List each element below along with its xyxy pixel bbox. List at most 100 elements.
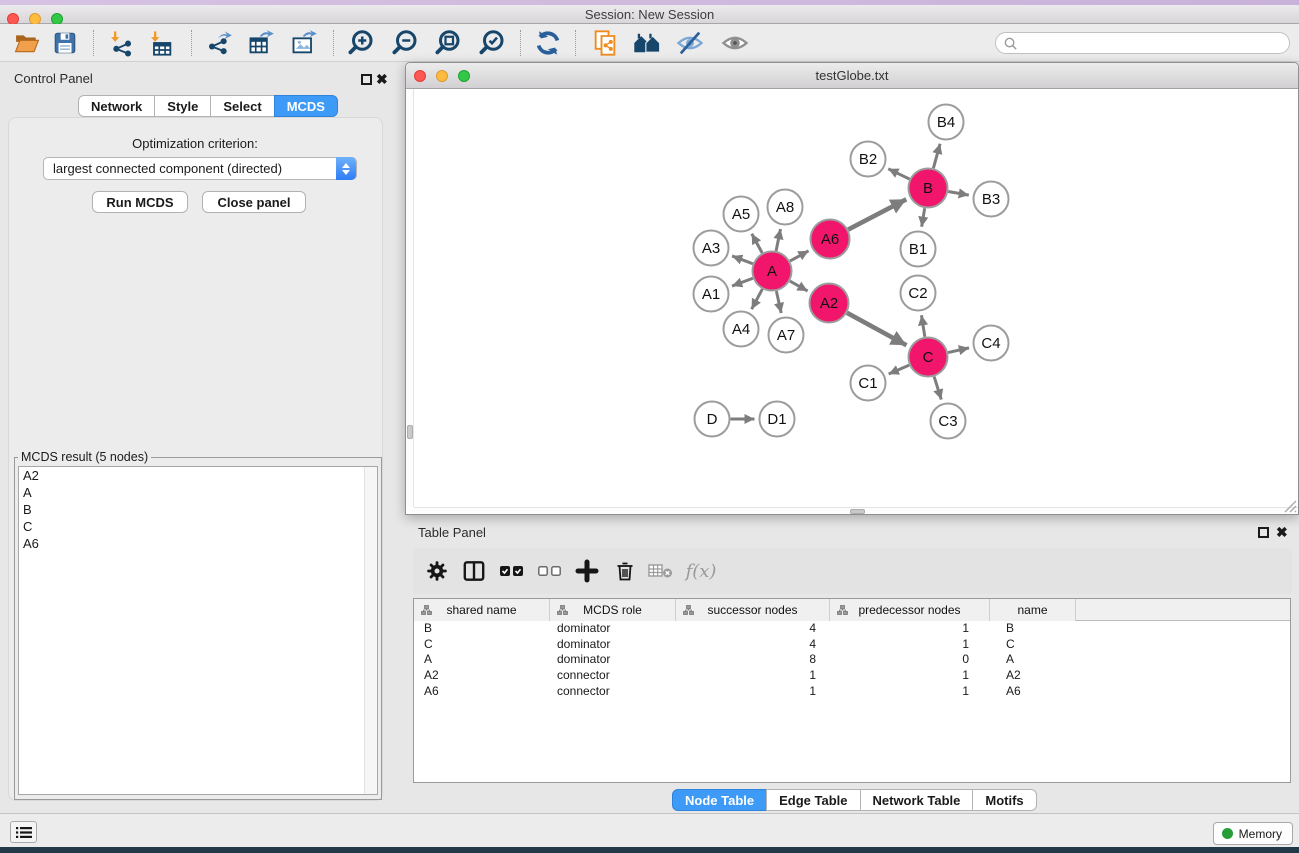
edge-A-A6[interactable] <box>790 251 809 261</box>
edge-A-A2[interactable] <box>790 281 808 291</box>
close-panel-button[interactable]: Close panel <box>202 191 306 213</box>
network-canvas[interactable]: B4B2BB3A5A8A6A3AB1A1C2A2A4A7CC4C1C3DD1 <box>406 89 1298 514</box>
cell-mcds_role[interactable]: dominator <box>550 652 676 668</box>
network-graph[interactable]: B4B2BB3A5A8A6A3AB1A1C2A2A4A7CC4C1C3DD1 <box>406 89 1298 514</box>
cell-name[interactable]: A <box>990 652 1076 668</box>
tab-mcds[interactable]: MCDS <box>274 95 338 117</box>
cell-mcds_role[interactable]: dominator <box>550 637 676 653</box>
show-details-icon[interactable] <box>719 27 751 59</box>
deselect-all-checks-icon[interactable] <box>534 555 566 587</box>
cell-name[interactable]: A6 <box>990 684 1076 700</box>
edge-A-A8[interactable] <box>776 229 780 251</box>
column-header-shared-name[interactable]: shared name <box>414 599 550 621</box>
edge-B-B4[interactable] <box>933 144 940 169</box>
memory-button[interactable]: Memory <box>1213 822 1293 845</box>
tab-motifs[interactable]: Motifs <box>972 789 1036 811</box>
edge-A6-B[interactable] <box>848 199 906 229</box>
apply-layout-icon[interactable] <box>532 27 564 59</box>
open-network-file-icon[interactable] <box>589 27 621 59</box>
search-field[interactable] <box>995 32 1290 54</box>
table-row[interactable]: A6connector11A6 <box>414 684 1290 700</box>
result-item[interactable]: A6 <box>19 535 377 552</box>
edge-A-A5[interactable] <box>752 234 762 253</box>
zoom-in-icon[interactable] <box>345 27 377 59</box>
column-header-MCDS-role[interactable]: MCDS role <box>550 599 676 621</box>
cell-name[interactable]: C <box>990 637 1076 653</box>
result-item[interactable]: A <box>19 484 377 501</box>
control-panel-close-button[interactable]: ✖ <box>376 73 388 85</box>
function-builder-icon[interactable]: f(x) <box>685 555 717 587</box>
table-panel-float-button[interactable] <box>1258 527 1269 538</box>
save-session-icon[interactable] <box>49 27 81 59</box>
zoom-selected-icon[interactable] <box>476 27 508 59</box>
cell-predecessor[interactable]: 0 <box>830 652 990 668</box>
edge-B-B2[interactable] <box>888 169 909 179</box>
import-table-icon[interactable] <box>145 27 177 59</box>
export-table-icon[interactable] <box>245 27 277 59</box>
open-session-icon[interactable] <box>11 27 43 59</box>
edge-B-B3[interactable] <box>948 192 969 196</box>
control-panel-float-button[interactable] <box>361 74 372 85</box>
cell-name[interactable]: B <box>990 621 1076 637</box>
cell-mcds_role[interactable]: connector <box>550 668 676 684</box>
column-header-predecessor-nodes[interactable]: predecessor nodes <box>830 599 990 621</box>
table-panel-close-button[interactable]: ✖ <box>1276 526 1288 538</box>
tab-network[interactable]: Network <box>78 95 155 117</box>
task-history-button[interactable] <box>10 821 37 843</box>
select-all-checks-icon[interactable] <box>496 555 528 587</box>
show-columns-icon[interactable] <box>458 555 490 587</box>
result-item[interactable]: A2 <box>19 467 377 484</box>
cell-predecessor[interactable]: 1 <box>830 668 990 684</box>
cell-successor[interactable]: 1 <box>676 668 830 684</box>
cell-successor[interactable]: 8 <box>676 652 830 668</box>
zoom-fit-icon[interactable] <box>432 27 464 59</box>
cell-shared_name[interactable]: A <box>414 652 550 668</box>
tab-edge-table[interactable]: Edge Table <box>766 789 860 811</box>
tab-network-table[interactable]: Network Table <box>860 789 974 811</box>
show-all-networks-icon[interactable] <box>631 27 663 59</box>
table-row[interactable]: Adominator80A <box>414 652 1290 668</box>
mcds-result-list[interactable]: A2ABCA6 <box>18 466 378 795</box>
search-input[interactable] <box>1018 36 1289 50</box>
network-window-titlebar[interactable]: testGlobe.txt <box>406 63 1298 89</box>
cell-shared_name[interactable]: C <box>414 637 550 653</box>
table-options-gear-icon[interactable] <box>421 555 453 587</box>
table-row[interactable]: Bdominator41B <box>414 621 1290 637</box>
tab-node-table[interactable]: Node Table <box>672 789 767 811</box>
edge-A2-C[interactable] <box>847 313 906 345</box>
cell-predecessor[interactable]: 1 <box>830 621 990 637</box>
column-header-name[interactable]: name <box>990 599 1076 621</box>
edge-C-C1[interactable] <box>889 365 910 374</box>
column-header-successor-nodes[interactable]: successor nodes <box>676 599 830 621</box>
hide-details-icon[interactable] <box>674 27 706 59</box>
delete-table-icon[interactable] <box>645 555 677 587</box>
tab-select[interactable]: Select <box>210 95 274 117</box>
tab-style[interactable]: Style <box>154 95 211 117</box>
export-image-icon[interactable] <box>288 27 320 59</box>
result-item[interactable]: B <box>19 501 377 518</box>
add-row-icon[interactable] <box>571 555 603 587</box>
resize-grip[interactable] <box>1282 498 1297 513</box>
network-vertical-scrollbar[interactable] <box>406 89 414 507</box>
cell-successor[interactable]: 1 <box>676 684 830 700</box>
cell-predecessor[interactable]: 1 <box>830 684 990 700</box>
run-mcds-button[interactable]: Run MCDS <box>92 191 188 213</box>
table-row[interactable]: A2connector11A2 <box>414 668 1290 684</box>
edge-C-C3[interactable] <box>934 377 941 400</box>
cell-shared_name[interactable]: B <box>414 621 550 637</box>
result-item[interactable]: C <box>19 518 377 535</box>
cell-successor[interactable]: 4 <box>676 637 830 653</box>
cell-shared_name[interactable]: A2 <box>414 668 550 684</box>
edge-B-B1[interactable] <box>922 208 925 227</box>
cell-predecessor[interactable]: 1 <box>830 637 990 653</box>
result-list-scrollbar[interactable] <box>364 467 377 794</box>
edge-C-C4[interactable] <box>948 348 969 353</box>
cell-shared_name[interactable]: A6 <box>414 684 550 700</box>
cell-mcds_role[interactable]: connector <box>550 684 676 700</box>
import-network-icon[interactable] <box>105 27 137 59</box>
network-horizontal-scrollbar[interactable] <box>414 507 1298 514</box>
cell-name[interactable]: A2 <box>990 668 1076 684</box>
edge-A-A7[interactable] <box>776 291 781 313</box>
edge-A-A1[interactable] <box>732 278 753 286</box>
zoom-out-icon[interactable] <box>389 27 421 59</box>
